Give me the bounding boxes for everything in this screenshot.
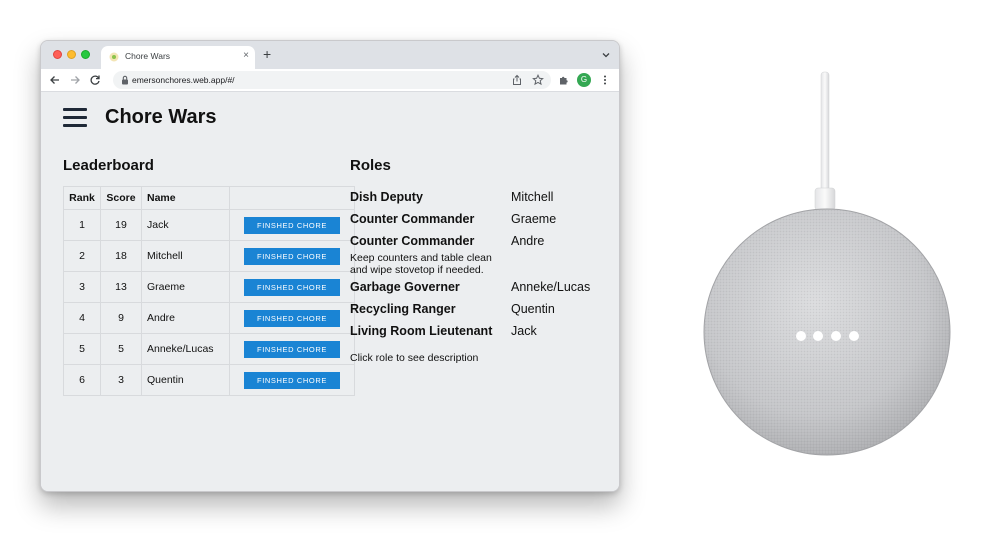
table-row: 3 13 Graeme FINSHED CHORE [63, 271, 355, 303]
roles-list: Dish Deputy Mitchell Counter Commander Gra… [350, 190, 610, 346]
table-row: 5 5 Anneke/Lucas FINSHED CHORE [63, 333, 355, 365]
role-person: Andre [511, 234, 545, 248]
score-cell: 19 [100, 209, 142, 241]
extensions-icon[interactable] [558, 74, 570, 86]
site-favicon-icon [109, 52, 119, 62]
score-cell: 9 [100, 302, 142, 334]
lock-icon [122, 75, 128, 85]
star-icon[interactable] [532, 74, 544, 86]
share-icon[interactable] [511, 74, 523, 86]
table-header-row: Rank Score Name [63, 186, 355, 210]
finished-chore-button[interactable]: FINSHED CHORE [244, 371, 340, 389]
name-cell: Jack [141, 209, 230, 241]
role-name[interactable]: Counter Commander [350, 234, 511, 248]
leaderboard-table: Rank Score Name 1 19 Jack FINSHED CHORE … [63, 186, 355, 396]
finished-chore-button[interactable]: FINSHED CHORE [244, 247, 340, 265]
role-item-expanded[interactable]: Counter Commander Andre Keep counters and… [350, 234, 610, 276]
table-row: 1 19 Jack FINSHED CHORE [63, 209, 355, 241]
role-item[interactable]: Living Room Lieutenant Jack [350, 324, 610, 342]
column-header-action [229, 186, 355, 210]
web-page: Chore Wars Leaderboard Rank Score Name 1… [41, 92, 619, 491]
name-cell: Anneke/Lucas [141, 333, 230, 365]
close-window-button[interactable] [53, 50, 62, 59]
finished-chore-button[interactable]: FINSHED CHORE [244, 278, 340, 296]
score-cell: 3 [100, 364, 142, 396]
finished-chore-button[interactable]: FINSHED CHORE [244, 340, 340, 358]
profile-avatar[interactable]: G [577, 73, 591, 87]
app-title: Chore Wars [105, 106, 217, 128]
speaker-light-dot [796, 331, 806, 341]
role-person: Anneke/Lucas [511, 280, 591, 294]
finished-chore-button[interactable]: FINSHED CHORE [244, 216, 340, 234]
speaker-light-dot [849, 331, 859, 341]
name-cell: Graeme [141, 271, 230, 303]
role-description: Keep counters and table clean and wipe s… [350, 252, 492, 276]
browser-toolbar: emersonchores.web.app/#/ G [41, 69, 619, 92]
smart-speaker-image [703, 71, 951, 456]
leaderboard-title: Leaderboard [63, 157, 154, 174]
score-cell: 18 [100, 240, 142, 272]
rank-cell: 4 [63, 302, 101, 334]
table-row: 6 3 Quentin FINSHED CHORE [63, 364, 355, 396]
score-cell: 13 [100, 271, 142, 303]
rank-cell: 1 [63, 209, 101, 241]
role-person: Quentin [511, 302, 555, 316]
table-row: 4 9 Andre FINSHED CHORE [63, 302, 355, 334]
finished-chore-button[interactable]: FINSHED CHORE [244, 309, 340, 327]
browser-tab[interactable]: Chore Wars × [101, 46, 255, 69]
column-header-name: Name [141, 186, 230, 210]
table-row: 2 18 Mitchell FINSHED CHORE [63, 240, 355, 272]
tab-title: Chore Wars [125, 51, 171, 61]
name-cell: Mitchell [141, 240, 230, 272]
browser-window: Chore Wars × + emersonchores.web.app/#/ [40, 40, 620, 492]
role-item[interactable]: Dish Deputy Mitchell [350, 190, 610, 208]
new-tab-button[interactable]: + [263, 46, 271, 62]
reload-icon[interactable] [89, 74, 101, 86]
url-text: emersonchores.web.app/#/ [132, 75, 235, 85]
role-item[interactable]: Garbage Governer Anneke/Lucas [350, 280, 610, 298]
speaker-light-dot [831, 331, 841, 341]
forward-arrow-icon[interactable] [69, 74, 81, 86]
rank-cell: 2 [63, 240, 101, 272]
hamburger-menu-icon[interactable] [63, 108, 87, 128]
role-item[interactable]: Counter Commander Graeme [350, 212, 610, 230]
role-name[interactable]: Recycling Ranger [350, 302, 511, 316]
score-cell: 5 [100, 333, 142, 365]
speaker-light-dot [813, 331, 823, 341]
roles-title: Roles [350, 157, 391, 174]
role-person: Graeme [511, 212, 557, 226]
address-bar[interactable]: emersonchores.web.app/#/ [113, 71, 551, 89]
column-header-rank: Rank [63, 186, 101, 210]
role-name[interactable]: Dish Deputy [350, 190, 511, 204]
role-person: Jack [511, 324, 537, 338]
tab-close-icon[interactable]: × [243, 49, 249, 63]
zoom-window-button[interactable] [81, 50, 90, 59]
rank-cell: 6 [63, 364, 101, 396]
roles-hint-text: Click role to see description [350, 352, 479, 364]
kebab-menu-icon[interactable] [599, 74, 611, 86]
column-header-score: Score [100, 186, 142, 210]
rank-cell: 3 [63, 271, 101, 303]
name-cell: Quentin [141, 364, 230, 396]
name-cell: Andre [141, 302, 230, 334]
chevron-down-icon[interactable] [601, 50, 611, 60]
role-person: Mitchell [511, 190, 554, 204]
role-name[interactable]: Counter Commander [350, 212, 511, 226]
tab-strip: Chore Wars × + [41, 41, 619, 69]
back-arrow-icon[interactable] [49, 74, 61, 86]
role-name[interactable]: Living Room Lieutenant [350, 324, 511, 338]
rank-cell: 5 [63, 333, 101, 365]
role-item[interactable]: Recycling Ranger Quentin [350, 302, 610, 320]
minimize-window-button[interactable] [67, 50, 76, 59]
role-name[interactable]: Garbage Governer [350, 280, 511, 294]
